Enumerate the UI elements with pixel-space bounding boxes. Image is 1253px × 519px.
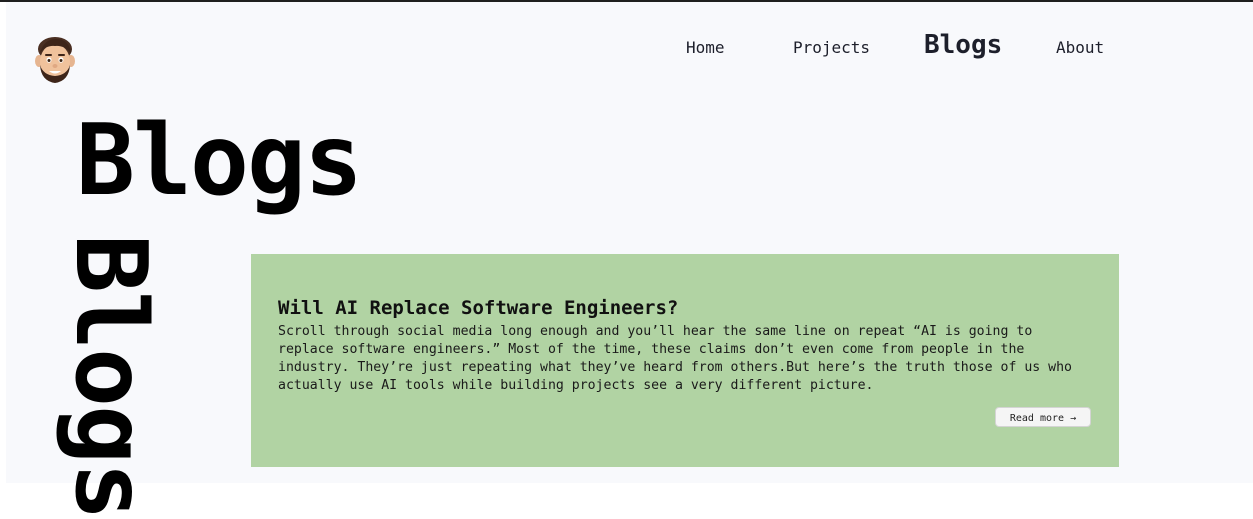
page-title: Blogs: [76, 104, 363, 218]
blog-card: Will AI Replace Software Engineers? Scro…: [251, 254, 1119, 467]
main-nav: Home Projects Blogs About: [640, 30, 1140, 64]
blog-card-title: Will AI Replace Software Engineers?: [278, 297, 679, 319]
read-more-button[interactable]: Read more →: [995, 407, 1091, 427]
blog-card-excerpt: Scroll through social media long enough …: [278, 324, 1072, 393]
page: Home Projects Blogs About Blogs Blogs Wi…: [0, 0, 1253, 519]
nav-projects-link[interactable]: Projects: [793, 38, 870, 57]
nav-blogs-link[interactable]: Blogs: [924, 30, 1002, 60]
nav-home-link[interactable]: Home: [686, 38, 725, 57]
memoji-avatar-icon[interactable]: [34, 33, 76, 89]
vertical-page-title: Blogs: [53, 234, 167, 519]
left-edge: [0, 2, 6, 485]
nav-about-link[interactable]: About: [1056, 38, 1104, 57]
